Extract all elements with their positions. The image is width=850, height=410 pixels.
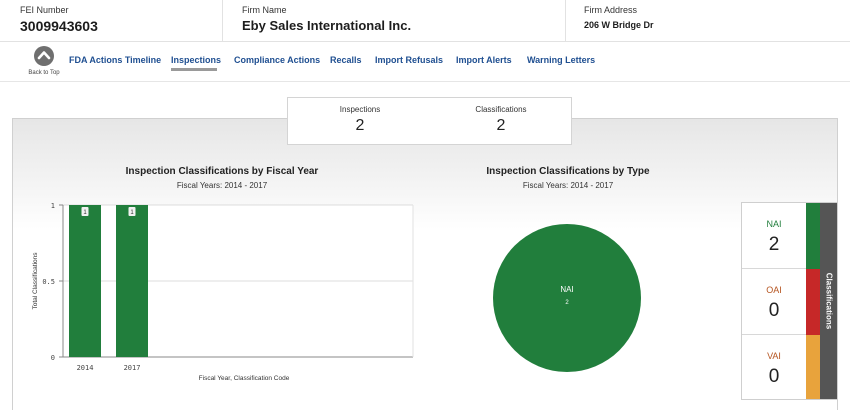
inspections-count-label: Inspections bbox=[339, 105, 381, 114]
tab-fda-actions-timeline[interactable]: FDA Actions Timeline bbox=[69, 55, 161, 65]
x-tick-label: 2017 bbox=[124, 364, 141, 372]
tab-inspections[interactable]: Inspections bbox=[171, 55, 221, 65]
classifications-vertical-header: Classifications bbox=[820, 203, 837, 399]
firm-header: FEI Number 3009943603 Firm Name Eby Sale… bbox=[0, 0, 850, 42]
tab-compliance-actions[interactable]: Compliance Actions bbox=[234, 55, 320, 65]
bar bbox=[116, 205, 148, 357]
classification-nai[interactable]: NAI 2 bbox=[742, 203, 806, 269]
bar-chart-title: Inspection Classifications by Fiscal Yea… bbox=[125, 166, 319, 177]
y-tick-label: 1 bbox=[51, 202, 55, 210]
arrow-up-icon bbox=[34, 46, 54, 66]
nai-color-strip bbox=[806, 203, 820, 269]
firm-name-cell: Firm Name Eby Sales International Inc. bbox=[242, 0, 562, 42]
pie-chart-subtitle: Fiscal Years: 2014 - 2017 bbox=[522, 181, 614, 190]
firm-address-cell: Firm Address 206 W Bridge Dr bbox=[584, 0, 834, 42]
tab-import-refusals[interactable]: Import Refusals bbox=[375, 55, 443, 65]
fei-cell: FEI Number 3009943603 bbox=[20, 0, 220, 42]
y-tick-label: 0 bbox=[51, 354, 55, 362]
active-tab-underline bbox=[171, 68, 217, 71]
classification-panel: NAI 2 OAI 0 VAI 0 Classifications bbox=[741, 202, 837, 400]
x-axis-title: Fiscal Year, Classification Code bbox=[199, 375, 290, 382]
x-tick-label: 2014 bbox=[77, 364, 94, 372]
y-axis-title: Total Classifications bbox=[32, 252, 39, 310]
firm-name-label: Firm Name bbox=[242, 5, 287, 15]
fei-value: 3009943603 bbox=[20, 18, 98, 34]
nai-label: NAI bbox=[766, 219, 782, 229]
classification-vai[interactable]: VAI 0 bbox=[742, 335, 806, 399]
vai-count: 0 bbox=[768, 366, 780, 387]
oai-label: OAI bbox=[766, 285, 782, 295]
pie-chart: NAI2 bbox=[493, 224, 641, 372]
oai-count: 0 bbox=[768, 300, 780, 321]
section-nav: Back to Top FDA Actions Timeline Inspect… bbox=[0, 42, 850, 82]
pie-slice bbox=[493, 224, 641, 372]
classification-oai[interactable]: OAI 0 bbox=[742, 269, 806, 335]
back-to-top-label: Back to Top bbox=[28, 70, 60, 76]
summary-box: Inspections 2 Classifications 2 bbox=[287, 97, 572, 145]
firm-address-label: Firm Address bbox=[584, 5, 638, 15]
tab-warning-letters[interactable]: Warning Letters bbox=[527, 55, 595, 65]
oai-color-strip bbox=[806, 269, 820, 335]
tab-recalls[interactable]: Recalls bbox=[330, 55, 362, 65]
inspections-count-value: 2 bbox=[355, 117, 365, 134]
nai-count: 2 bbox=[768, 234, 780, 255]
tab-import-alerts[interactable]: Import Alerts bbox=[456, 55, 512, 65]
classifications-count-value: 2 bbox=[496, 117, 506, 134]
classifications-vertical-label: Classifications bbox=[824, 272, 833, 330]
header-divider bbox=[565, 0, 566, 42]
y-tick-label: 0.5 bbox=[42, 278, 55, 286]
firm-address-value: 206 W Bridge Dr bbox=[584, 20, 654, 30]
bar-chart-subtitle: Fiscal Years: 2014 - 2017 bbox=[176, 181, 268, 190]
vai-label: VAI bbox=[767, 351, 781, 361]
vai-color-strip bbox=[806, 335, 820, 399]
fei-label: FEI Number bbox=[20, 5, 69, 15]
pie-slice-label: NAI bbox=[560, 285, 573, 294]
back-to-top-button[interactable]: Back to Top bbox=[24, 46, 64, 80]
bar-chart: 00.511201412017Fiscal Year, Classificati… bbox=[32, 202, 414, 382]
bar bbox=[69, 205, 101, 357]
firm-name-value: Eby Sales International Inc. bbox=[242, 18, 412, 33]
header-divider bbox=[222, 0, 223, 42]
pie-chart-title: Inspection Classifications by Type bbox=[486, 166, 650, 177]
classifications-count-label: Classifications bbox=[475, 105, 527, 114]
